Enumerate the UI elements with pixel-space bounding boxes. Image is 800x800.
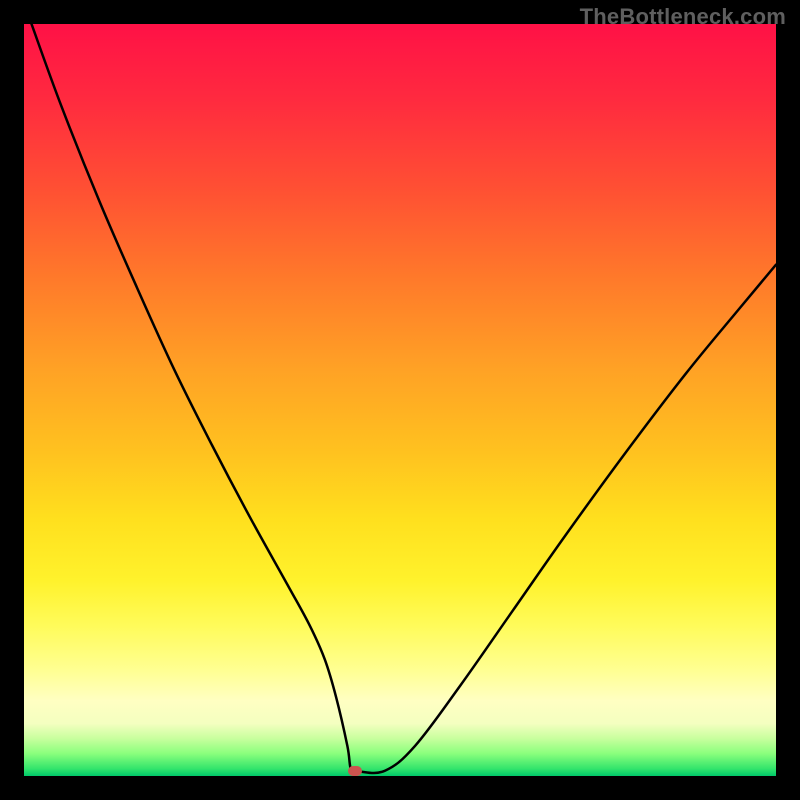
watermark-text: TheBottleneck.com [580,4,786,30]
curve-svg [24,24,776,776]
minimum-marker [348,766,362,776]
chart-frame: TheBottleneck.com [0,0,800,800]
plot-area [24,24,776,776]
bottleneck-curve [32,24,776,773]
